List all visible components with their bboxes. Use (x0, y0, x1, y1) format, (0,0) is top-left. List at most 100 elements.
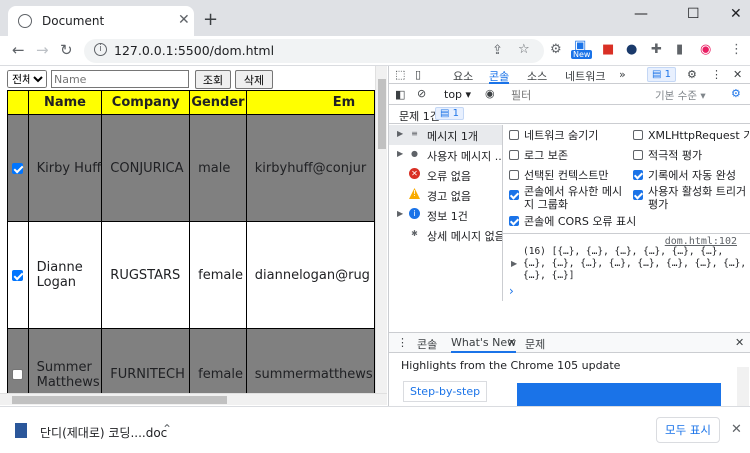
table-row: Dianne Logan RUGSTARS female diannelogan… (7, 221, 375, 329)
scrollbar-thumb[interactable] (12, 396, 227, 404)
sidebar-toggle-icon[interactable]: ◧ (395, 88, 405, 101)
console-prompt[interactable]: › (509, 284, 514, 298)
forward-icon[interactable]: → (36, 41, 49, 59)
sidebar-item-label: 상세 메시지 없음 (427, 230, 502, 243)
sidebar-item-verbose[interactable]: ✱ 상세 메시지 없음 (389, 225, 502, 245)
download-bar-close-icon[interactable]: ✕ (731, 422, 742, 437)
setting-checkbox[interactable] (633, 150, 643, 160)
browser-tab[interactable]: Document ✕ (8, 6, 194, 36)
url-text: 127.0.0.1:5500/dom.html (114, 43, 275, 58)
tab-console[interactable]: 콘솔 (489, 68, 510, 84)
filter-select[interactable]: 전체 (7, 70, 47, 88)
record-extension-icon[interactable]: ■ (602, 42, 614, 57)
sidebar-item-errors[interactable]: ✕ 오류 없음 (389, 165, 502, 185)
drawer-tab-bar: ⋮ 콘솔 What's New ✕ 문제 ✕ (389, 333, 750, 353)
setting-checkbox[interactable] (509, 216, 519, 226)
cell-gender: female (189, 221, 247, 329)
download-bar: 단디(제대로) 코딩....doc ⌃ 모두 표시 ✕ (0, 406, 750, 453)
name-search-input[interactable] (51, 70, 189, 88)
console-settings-icon[interactable]: ⚙ (731, 87, 741, 100)
expand-arrow-icon[interactable]: ▶ (511, 259, 517, 268)
search-button[interactable]: 조회 (195, 70, 231, 89)
maximize-icon[interactable]: ☐ (687, 6, 700, 22)
drawer-tab-console[interactable]: 콘솔 (417, 336, 437, 352)
extension-gear-icon[interactable]: ⚙ (550, 42, 562, 57)
drawer-scrollbar[interactable] (737, 367, 749, 407)
setting-checkbox[interactable] (509, 150, 519, 160)
column-header-company: Company (101, 90, 191, 115)
error-icon: ✕ (409, 168, 420, 179)
console-filter-input[interactable] (507, 87, 647, 103)
drawer-tab-issues[interactable]: 문제 (525, 336, 545, 352)
scrollbar-thumb[interactable] (378, 79, 386, 149)
page-vertical-scrollbar[interactable] (375, 66, 387, 393)
row-checkbox[interactable] (12, 369, 24, 380)
sidebar-item-user-messages[interactable]: ▶ ● 사용자 메시지 ... (389, 145, 502, 165)
drawer-close-icon[interactable]: ✕ (735, 336, 744, 349)
cell-name: Dianne Logan (27, 221, 103, 329)
drawer-tab-close-icon[interactable]: ✕ (507, 336, 516, 349)
devtools-menu-icon[interactable]: ⋮ (711, 68, 722, 81)
drawer-menu-icon[interactable]: ⋮ (397, 336, 408, 349)
bookmark-star-icon[interactable]: ☆ (518, 42, 530, 57)
table-row: Kirby Huff CONJURICA male kirbyhuff@conj… (7, 114, 375, 222)
window-close-icon[interactable]: ✕ (730, 6, 742, 22)
row-checkbox[interactable] (12, 269, 24, 281)
issues-link-badge[interactable]: ▤ 1 (435, 107, 465, 120)
site-info-icon[interactable]: i (94, 43, 107, 56)
settings-gear-icon[interactable]: ⚙ (687, 68, 697, 81)
people-table: Name Company Gender Em Kirby Huff CONJUR… (7, 90, 375, 393)
eye-icon[interactable]: ◉ (485, 87, 495, 100)
setting-checkbox[interactable] (509, 170, 519, 180)
promo-banner[interactable] (517, 383, 721, 407)
device-toggle-icon[interactable]: ▯ (415, 68, 421, 81)
sidebar-item-warnings[interactable]: ! 경고 없음 (389, 185, 502, 205)
cell-email: diannelogan@rug (245, 221, 375, 329)
sidebar-item-label: 메시지 1개 (427, 130, 478, 143)
sidebar-item-info[interactable]: ▶ i 정보 1건 (389, 205, 502, 225)
tab-network[interactable]: 네트워크 (565, 68, 605, 84)
context-selector[interactable]: top ▾ (444, 88, 471, 101)
setting-checkbox[interactable] (633, 170, 643, 180)
minimize-icon[interactable]: — (634, 6, 648, 22)
setting-checkbox[interactable] (633, 130, 643, 140)
sidepanel-icon[interactable]: ▮ (676, 42, 683, 57)
row-checkbox[interactable] (12, 162, 24, 174)
console-log-entry[interactable]: (16) [{…}, {…}, {…}, {…}, {…}, {…}, {…},… (523, 246, 748, 282)
delete-button[interactable]: 삭제 (235, 70, 273, 89)
list-icon: ≡ (411, 129, 418, 138)
clear-console-icon[interactable]: ⊘ (417, 87, 426, 100)
tab-close-icon[interactable]: ✕ (178, 12, 190, 28)
setting-checkbox[interactable] (509, 190, 519, 200)
check-extension-icon[interactable]: ● (626, 42, 637, 57)
more-tabs-icon[interactable]: » (619, 68, 626, 81)
chevron-up-icon[interactable]: ⌃ (162, 422, 172, 436)
table-row: Summer Matthews FURNITECH female summerm… (7, 328, 375, 393)
page-content: 전체 조회 삭제 Name Company Gender Em Kirby Hu… (0, 66, 375, 393)
page-horizontal-scrollbar[interactable] (0, 393, 387, 405)
issues-count-badge[interactable]: ▤ 1 (647, 67, 677, 82)
step-by-step-button[interactable]: Step-by-step (403, 381, 488, 402)
console-filter-bar: ◧ ⊘ top ▾ ◉ 기본 수준 ▾ ⚙ (389, 85, 750, 105)
show-all-button[interactable]: 모두 표시 (656, 417, 720, 443)
tab-elements[interactable]: 요소 (453, 68, 473, 84)
profile-avatar[interactable]: ◉ (700, 42, 711, 57)
address-bar[interactable]: i 127.0.0.1:5500/dom.html ⇪ ☆ (84, 39, 544, 63)
sidebar-item-messages[interactable]: ▶ ≡ 메시지 1개 (389, 125, 502, 145)
puzzle-icon[interactable]: ✚ (651, 42, 662, 57)
back-icon[interactable]: ← (12, 41, 25, 59)
devtools-close-icon[interactable]: ✕ (733, 68, 742, 81)
share-icon[interactable]: ⇪ (492, 43, 503, 58)
download-filename[interactable]: 단디(제대로) 코딩....doc (40, 424, 167, 441)
warning-icon: ! (409, 188, 420, 199)
inspect-icon[interactable]: ⬚ (395, 68, 405, 81)
log-level-dropdown[interactable]: 기본 수준 ▾ (655, 88, 706, 103)
tab-sources[interactable]: 소스 (527, 68, 547, 84)
setting-checkbox[interactable] (633, 190, 643, 200)
expand-arrow-icon: ▶ (397, 209, 404, 218)
setting-checkbox[interactable] (509, 130, 519, 140)
reload-icon[interactable]: ↻ (60, 41, 73, 59)
tab-title: Document (42, 14, 105, 28)
menu-kebab-icon[interactable]: ⋮ (730, 42, 743, 57)
new-tab-button[interactable]: + (203, 9, 218, 30)
